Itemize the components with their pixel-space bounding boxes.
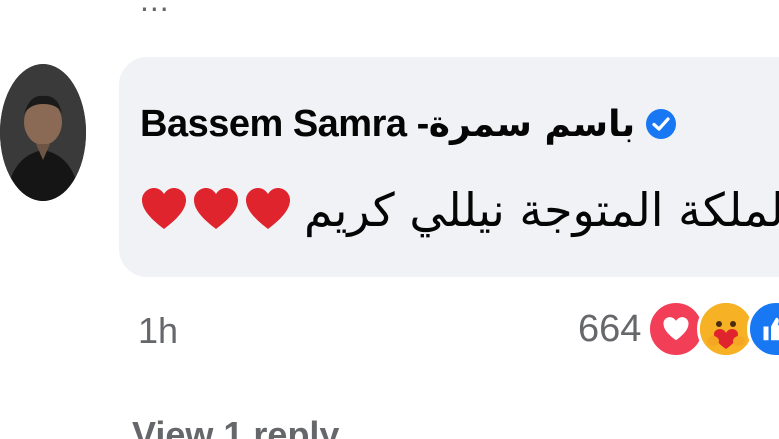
comment-screen: ... Bassem Samra - باسم سمرة الملكة المت… [0,0,779,439]
more-indicator: ... [140,0,170,18]
comment-author[interactable]: Bassem Samra - باسم سمرة [140,98,677,150]
reaction-count[interactable]: 664 [578,308,641,351]
comment-time[interactable]: 1h [138,310,178,352]
heart-emojis [140,186,292,234]
comment-body: الملكة المتوجة نيللي كريم [140,170,779,250]
heart-icon [140,186,188,234]
heart-icon [192,186,240,234]
heart-icon [244,186,292,234]
comment-text: الملكة المتوجة نيللي كريم [304,183,779,237]
verified-badge-icon [645,108,677,140]
author-name-arabic[interactable]: باسم سمرة [429,104,636,145]
view-replies-link[interactable]: View 1 reply [132,414,339,439]
author-name-latin[interactable]: Bassem Samra - [140,103,429,146]
reaction-summary[interactable]: 664 [578,294,779,364]
avatar-photo [0,64,86,201]
avatar[interactable] [0,64,86,201]
